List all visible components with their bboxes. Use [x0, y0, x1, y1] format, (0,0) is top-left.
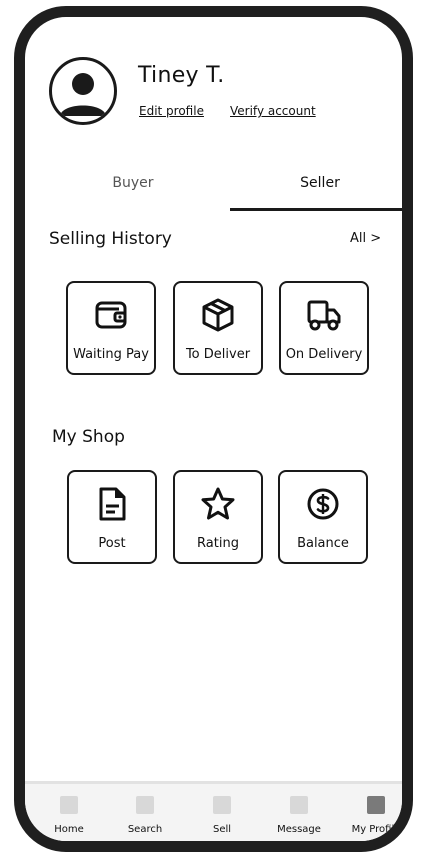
- nav-label: Home: [54, 824, 84, 835]
- nav-search[interactable]: Search: [107, 784, 183, 841]
- search-icon: [136, 796, 154, 814]
- nav-label: Sell: [212, 824, 232, 835]
- home-icon: [60, 796, 78, 814]
- bottom-nav: Home Search Sell Message My Profile: [25, 781, 402, 841]
- my-shop-title: My Shop: [52, 427, 125, 447]
- edit-profile-link[interactable]: Edit profile: [139, 104, 204, 118]
- on-delivery-tile[interactable]: On Delivery: [279, 281, 369, 375]
- tile-label: Post: [98, 536, 126, 551]
- dollar-coin-icon: [307, 488, 339, 520]
- nav-label: My Profile: [351, 824, 401, 835]
- all-history-link[interactable]: All >: [350, 231, 381, 246]
- nav-sell[interactable]: Sell: [184, 784, 260, 841]
- tile-label: On Delivery: [285, 347, 363, 362]
- nav-message[interactable]: Message: [261, 784, 337, 841]
- rating-tile[interactable]: Rating: [173, 470, 263, 564]
- nav-label: Message: [277, 824, 321, 835]
- post-tile[interactable]: Post: [67, 470, 157, 564]
- nav-my-profile[interactable]: My Profile: [338, 784, 402, 841]
- avatar-icon[interactable]: [49, 57, 117, 125]
- profile-screen: Tiney T. Edit profile Verify account Buy…: [25, 17, 402, 841]
- balance-tile[interactable]: Balance: [278, 470, 368, 564]
- profile-icon: [367, 796, 385, 814]
- tile-label: Balance: [297, 536, 349, 551]
- verify-account-link[interactable]: Verify account: [230, 104, 316, 118]
- tab-buyer[interactable]: Buyer: [43, 175, 223, 191]
- selling-history-title: Selling History: [49, 229, 172, 249]
- tile-label: Rating: [197, 536, 239, 551]
- nav-label: Search: [127, 824, 163, 835]
- profile-name: Tiney T.: [138, 63, 225, 88]
- to-deliver-tile[interactable]: To Deliver: [173, 281, 263, 375]
- truck-icon: [307, 300, 341, 331]
- wallet-icon: [95, 301, 127, 329]
- nav-home[interactable]: Home: [31, 784, 107, 841]
- tile-label: Waiting Pay: [73, 347, 149, 362]
- phone-frame: Tiney T. Edit profile Verify account Buy…: [14, 6, 413, 852]
- waiting-pay-tile[interactable]: Waiting Pay: [66, 281, 156, 375]
- document-icon: [99, 487, 126, 521]
- active-tab-indicator: [230, 208, 402, 211]
- box-icon: [202, 298, 234, 332]
- tab-seller[interactable]: Seller: [230, 175, 402, 191]
- sell-icon: [213, 796, 231, 814]
- tile-label: To Deliver: [185, 347, 251, 362]
- star-icon: [201, 487, 235, 520]
- message-icon: [290, 796, 308, 814]
